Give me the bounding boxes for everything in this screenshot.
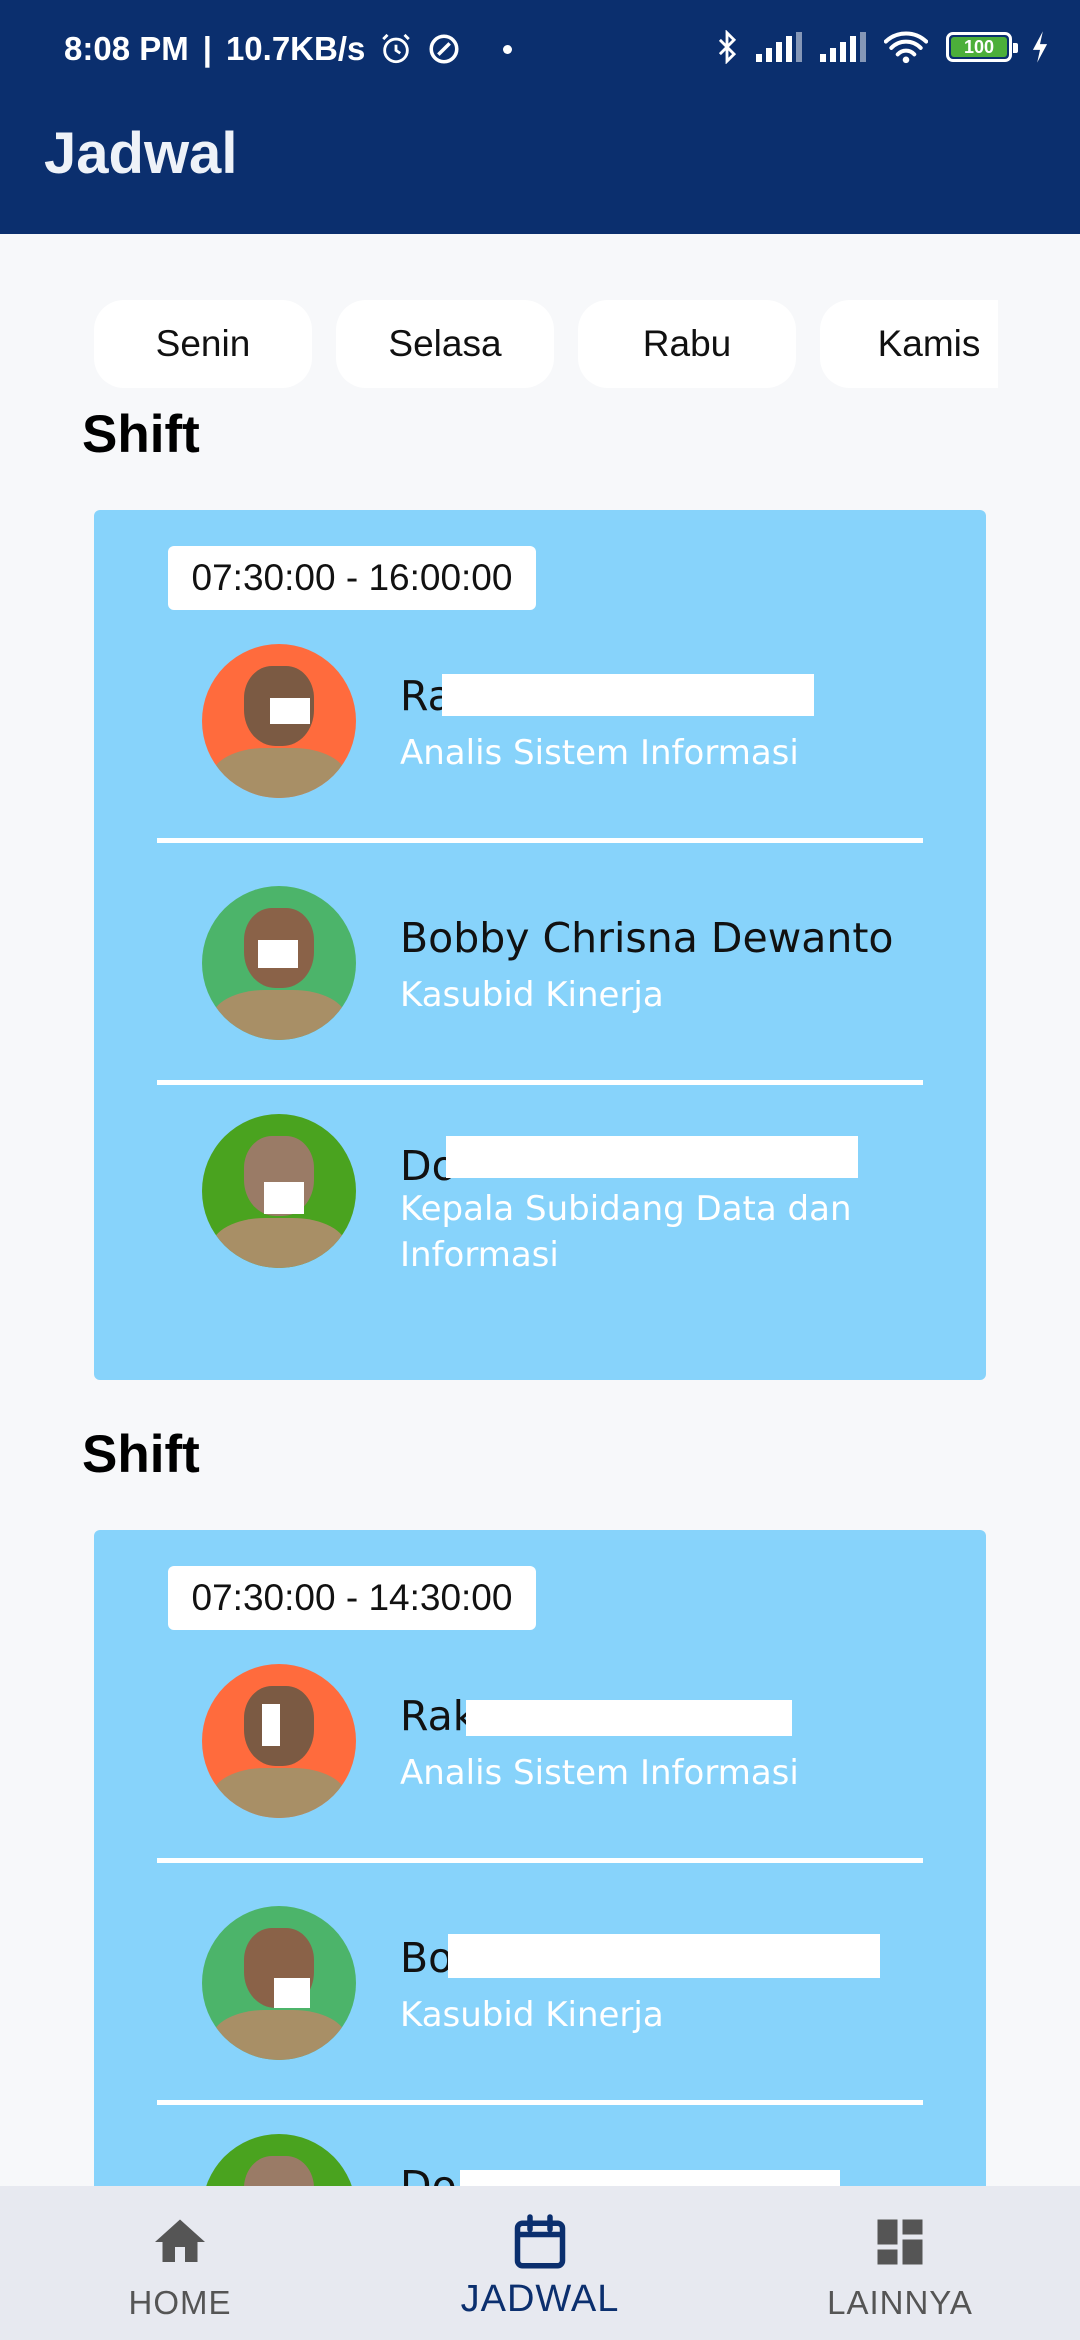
status-time: 8:08 PM bbox=[64, 30, 189, 67]
bluetooth-icon bbox=[718, 30, 737, 64]
name-redaction bbox=[442, 674, 814, 716]
shift-time-badge: 07:30:00 - 16:00:00 bbox=[168, 546, 536, 610]
day-chip-rabu[interactable]: Rabu bbox=[578, 300, 796, 388]
dashboard-icon bbox=[877, 2219, 923, 2265]
staff-role: Kepala Subidang Data dan Informasi bbox=[400, 1189, 852, 1275]
divider bbox=[157, 1080, 923, 1085]
staff-row[interactable]: Rak Analis Sistem Informasi bbox=[94, 1664, 986, 1824]
charging-icon bbox=[1032, 31, 1048, 63]
wifi-icon bbox=[884, 31, 928, 64]
name-redaction bbox=[466, 1700, 792, 1736]
status-left: 8:08 PM | 10.7KB/s bbox=[64, 30, 513, 68]
shift-title: Shift bbox=[82, 1425, 200, 1484]
avatar bbox=[202, 1906, 356, 2060]
nav-jadwal[interactable]: JADWAL bbox=[360, 2186, 720, 2340]
signal-icon bbox=[756, 32, 802, 62]
sync-icon bbox=[429, 34, 459, 64]
app-header: 8:08 PM | 10.7KB/s 100 Jadwal bbox=[0, 0, 1080, 234]
staff-role: Kasubid Kinerja bbox=[400, 1995, 664, 2035]
day-chip-senin[interactable]: Senin bbox=[94, 300, 312, 388]
notification-dot bbox=[503, 44, 513, 54]
status-right: 100 bbox=[716, 30, 1050, 64]
avatar bbox=[202, 1664, 356, 1818]
staff-name: Rak bbox=[400, 1692, 477, 1740]
staff-role: Analis Sistem Informasi bbox=[400, 1753, 799, 1793]
signal-icon-2 bbox=[820, 32, 866, 62]
nav-jadwal-label: JADWAL bbox=[460, 2278, 620, 2320]
avatar bbox=[202, 644, 356, 798]
staff-name: Bo bbox=[400, 1934, 454, 1982]
staff-role: Kasubid Kinerja bbox=[400, 975, 664, 1015]
alarm-icon bbox=[382, 33, 411, 64]
nav-home-label: HOME bbox=[128, 2284, 232, 2321]
battery-level: 100 bbox=[951, 37, 1007, 57]
staff-role: Analis Sistem Informasi bbox=[400, 733, 799, 773]
page-title: Jadwal bbox=[44, 121, 238, 186]
name-redaction bbox=[446, 1136, 858, 1178]
shift-card: 07:30:00 - 14:30:00 Rak Analis Sistem In… bbox=[94, 1530, 986, 2230]
calendar-icon bbox=[514, 2214, 566, 2269]
staff-row[interactable]: Ra Analis Sistem Informasi bbox=[94, 644, 986, 804]
avatar bbox=[202, 886, 356, 1040]
day-selector[interactable]: Senin Selasa Rabu Kamis bbox=[94, 300, 998, 388]
day-chip-selasa[interactable]: Selasa bbox=[336, 300, 554, 388]
avatar bbox=[202, 1114, 356, 1268]
home-icon bbox=[155, 2219, 205, 2262]
day-chip-kamis[interactable]: Kamis bbox=[820, 300, 998, 388]
shift-title: Shift bbox=[82, 405, 200, 464]
bottom-navigation: HOME JADWAL LAINNYA bbox=[0, 2186, 1080, 2340]
status-separator: | bbox=[202, 30, 212, 67]
staff-name: Bobby Chrisna Dewanto bbox=[400, 914, 894, 962]
name-redaction bbox=[448, 1934, 880, 1978]
nav-home[interactable]: HOME bbox=[0, 2186, 360, 2340]
nav-lainnya-label: LAINNYA bbox=[827, 2284, 973, 2321]
nav-lainnya[interactable]: LAINNYA bbox=[720, 2186, 1080, 2340]
shift-card: 07:30:00 - 16:00:00 Ra Analis Sistem Inf… bbox=[94, 510, 986, 1380]
staff-row[interactable]: Do Kepala Subidang Data dan Informasi bbox=[94, 1114, 986, 1314]
divider bbox=[157, 1858, 923, 1863]
staff-row[interactable]: Bo Kasubid Kinerja bbox=[94, 1906, 986, 2066]
shift-time-badge: 07:30:00 - 14:30:00 bbox=[168, 1566, 536, 1630]
battery-icon: 100 bbox=[946, 32, 1018, 62]
divider bbox=[157, 2100, 923, 2105]
divider bbox=[157, 838, 923, 843]
status-net-speed: 10.7KB/s bbox=[225, 30, 366, 67]
status-bar: 8:08 PM | 10.7KB/s 100 bbox=[0, 0, 1080, 100]
staff-row[interactable]: Bobby Chrisna Dewanto Kasubid Kinerja bbox=[94, 886, 986, 1046]
